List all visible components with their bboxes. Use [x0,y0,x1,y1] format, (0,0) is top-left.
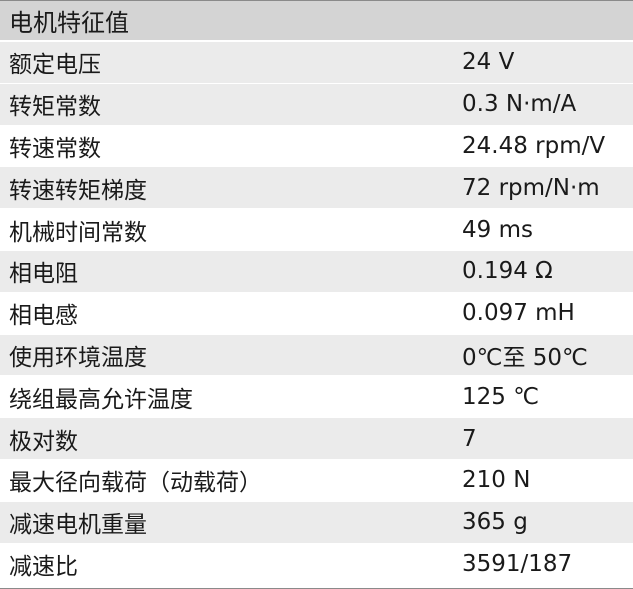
table-row: 绕组最高允许温度 125 ℃ [0,376,633,419]
table-row: 相电感 0.097 mH [0,293,633,335]
row-label-reduction-ratio: 减速比 [9,554,78,581]
row-value-phase-resistance: 0.194 Ω [462,258,553,285]
row-label-max-winding-temperature: 绕组最高允许温度 [9,386,193,413]
row-label-speed-torque-gradient: 转速转矩梯度 [9,177,147,204]
row-value-max-winding-temperature: 125 ℃ [462,383,540,410]
row-label-mechanical-time-constant: 机械时间常数 [9,219,147,246]
table-row: 转矩常数 0.3 N·m/A [0,83,633,126]
row-value-ambient-temperature: 0℃至 50℃ [462,344,588,371]
row-label-phase-resistance: 相电阻 [9,261,78,288]
table-row: 减速电机重量 365 g [0,501,633,544]
row-label-speed-constant: 转速常数 [9,135,101,162]
row-value-phase-inductance: 0.097 mH [462,300,575,327]
row-value-reduction-ratio: 3591/187 [462,551,573,578]
row-label-max-radial-load: 最大径向载荷（动载荷） [9,470,262,497]
table-row: 减速比 3591/187 [0,544,633,586]
row-label-ambient-temperature: 使用环境温度 [9,344,147,371]
row-value-rated-voltage: 24 V [462,49,515,76]
table-row: 机械时间常数 49 ms [0,209,633,251]
table-row: 转速转矩梯度 72 rpm/N·m [0,167,633,210]
row-value-torque-constant: 0.3 N·m/A [462,91,577,118]
table-row: 转速常数 24.48 rpm/V [0,126,633,168]
row-label-phase-inductance: 相电感 [9,303,78,330]
table-row: 极对数 7 [0,418,633,460]
row-value-gearmotor-weight: 365 g [462,509,528,536]
row-label-pole-pairs: 极对数 [9,428,78,455]
row-value-mechanical-time-constant: 49 ms [462,216,533,243]
table-title: 电机特征值 [0,1,633,42]
row-label-gearmotor-weight: 减速电机重量 [9,512,147,539]
row-value-speed-constant: 24.48 rpm/V [462,132,606,159]
table-row: 相电阻 0.194 Ω [0,250,633,293]
motor-spec-table: 电机特征值 额定电压 24 V 转矩常数 0.3 N·m/A 转速常数 24.4… [0,0,633,589]
table-row: 额定电压 24 V [0,42,633,84]
row-value-max-radial-load: 210 N [462,467,531,494]
table-row: 使用环境温度 0℃至 50℃ [0,334,633,377]
row-label-rated-voltage: 额定电压 [9,52,101,79]
table-row: 最大径向载荷（动载荷） 210 N [0,460,633,502]
row-value-pole-pairs: 7 [462,425,477,452]
row-value-speed-torque-gradient: 72 rpm/N·m [462,174,600,201]
row-label-torque-constant: 转矩常数 [9,94,101,121]
